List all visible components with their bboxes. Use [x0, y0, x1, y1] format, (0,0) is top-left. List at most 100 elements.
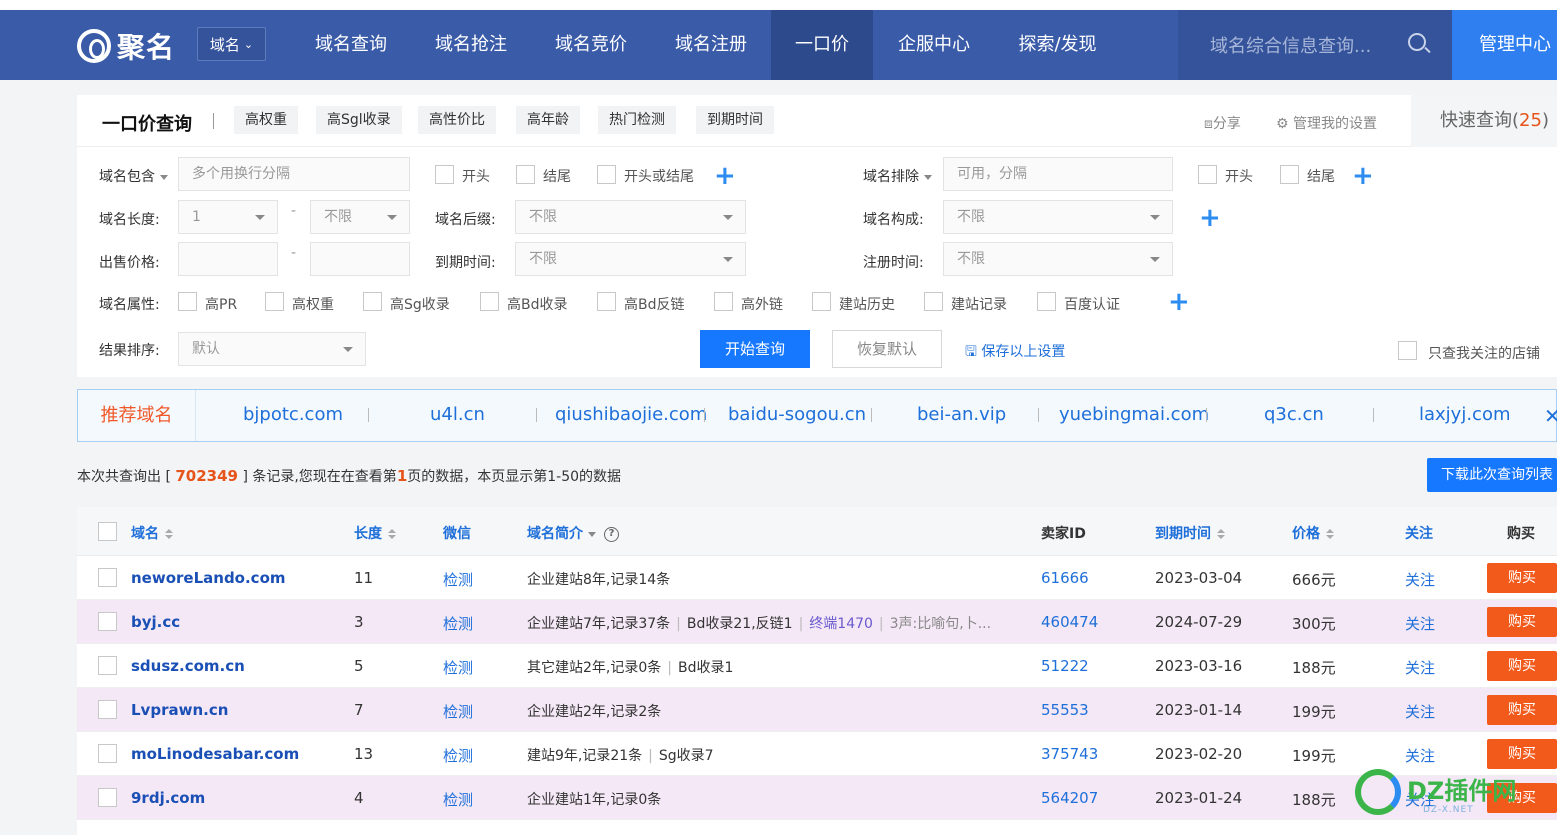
attr-sg-checkbox[interactable] [363, 292, 382, 311]
attr-outlink-checkbox[interactable] [714, 292, 733, 311]
nav-item-domain-auction[interactable]: 域名竞价 [535, 10, 647, 80]
recommend-domain[interactable]: qiushibaojie.com [555, 404, 707, 425]
nav-item-domain-register[interactable]: 域名注册 [655, 10, 767, 80]
seller-id-link[interactable]: 564207 [1041, 789, 1098, 807]
recommend-domain[interactable]: laxjyj.com [1419, 404, 1511, 425]
col-expire[interactable]: 到期时间 [1155, 523, 1225, 543]
domain-link[interactable]: moLinodesabar.com [131, 745, 299, 763]
wechat-check-link[interactable]: 检测 [443, 789, 473, 810]
row-checkbox[interactable] [98, 788, 117, 807]
contains-dropdown[interactable]: 域名包含 [99, 166, 168, 186]
exclude-dropdown[interactable]: 域名排除 [863, 166, 932, 186]
select-all-checkbox[interactable] [98, 522, 117, 541]
domain-link[interactable]: sdusz.com.cn [131, 657, 245, 675]
col-length[interactable]: 长度 [354, 523, 396, 543]
wechat-check-link[interactable]: 检测 [443, 701, 473, 722]
wechat-check-link[interactable]: 检测 [443, 657, 473, 678]
length-min-select[interactable]: 1 [178, 200, 278, 234]
search-icon[interactable] [1408, 33, 1426, 51]
quick-tag-high-weight[interactable]: 高权重 [234, 106, 298, 134]
suffix-select[interactable]: 不限 [515, 200, 746, 234]
quick-tag-high-sgl[interactable]: 高Sgl收录 [316, 106, 402, 134]
start-search-button[interactable]: 开始查询 [700, 330, 810, 368]
col-price[interactable]: 价格 [1292, 523, 1334, 543]
attr-weight-checkbox[interactable] [265, 292, 284, 311]
domain-type-dropdown[interactable]: 域名 ⌄ [197, 27, 266, 61]
domain-link[interactable]: neworeLando.com [131, 569, 286, 587]
wechat-check-link[interactable]: 检测 [443, 613, 473, 634]
buy-button[interactable]: 购买 [1487, 695, 1557, 725]
attr-pr-checkbox[interactable] [178, 292, 197, 311]
quick-query-tab[interactable]: 快速查询(25) [1411, 95, 1557, 147]
add-compose-icon[interactable]: + [1199, 205, 1221, 231]
exclude-input[interactable]: 可用，分隔 [943, 157, 1173, 191]
seller-id-link[interactable]: 61666 [1041, 569, 1089, 587]
add-attr-icon[interactable]: + [1168, 289, 1190, 315]
follow-link[interactable]: 关注 [1405, 569, 1435, 590]
expire-select[interactable]: 不限 [515, 242, 746, 276]
domain-link[interactable]: Lvprawn.cn [131, 701, 228, 719]
follow-link[interactable]: 关注 [1405, 701, 1435, 722]
row-checkbox[interactable] [98, 744, 117, 763]
only-follow-checkbox[interactable] [1398, 341, 1417, 360]
attr-record-checkbox[interactable] [924, 292, 943, 311]
row-checkbox[interactable] [98, 568, 117, 587]
quick-tag-value[interactable]: 高性价比 [418, 106, 496, 134]
seller-id-link[interactable]: 375743 [1041, 745, 1098, 763]
buy-button[interactable]: 购买 [1487, 651, 1557, 681]
contains-start-or-end-checkbox[interactable] [597, 165, 616, 184]
row-checkbox[interactable] [98, 612, 117, 631]
nav-search-box[interactable]: 域名综合信息查询... [1178, 10, 1452, 80]
col-intro[interactable]: 域名简介? [527, 523, 619, 543]
domain-link[interactable]: 9rdj.com [131, 789, 205, 807]
recommend-domain[interactable]: u4l.cn [430, 404, 485, 425]
price-max-input[interactable] [310, 242, 410, 276]
seller-id-link[interactable]: 55553 [1041, 701, 1089, 719]
recommend-domain[interactable]: bei-an.vip [917, 404, 1006, 425]
add-exclude-icon[interactable]: + [1352, 163, 1374, 189]
help-icon[interactable]: ? [604, 526, 619, 542]
contains-input[interactable]: 多个用换行分隔 [178, 157, 410, 191]
reset-button[interactable]: 恢复默认 [832, 330, 942, 368]
exclude-start-checkbox[interactable] [1198, 165, 1217, 184]
attr-baidu-checkbox[interactable] [1037, 292, 1056, 311]
compose-select[interactable]: 不限 [943, 200, 1173, 234]
nav-item-domain-query[interactable]: 域名查询 [295, 10, 407, 80]
reg-select[interactable]: 不限 [943, 242, 1173, 276]
exclude-end-checkbox[interactable] [1280, 165, 1299, 184]
row-checkbox[interactable] [98, 700, 117, 719]
wechat-check-link[interactable]: 检测 [443, 569, 473, 590]
recommend-domain[interactable]: baidu-sogou.cn [728, 404, 866, 425]
nav-item-fixed-price[interactable]: 一口价 [771, 10, 873, 80]
sort-select[interactable]: 默认 [178, 332, 366, 366]
contains-start-checkbox[interactable] [435, 165, 454, 184]
quick-tag-high-age[interactable]: 高年龄 [516, 106, 580, 134]
seller-id-link[interactable]: 460474 [1041, 613, 1098, 631]
follow-link[interactable]: 关注 [1405, 745, 1435, 766]
buy-button[interactable]: 购买 [1487, 563, 1557, 593]
nav-item-explore[interactable]: 探索/发现 [1000, 10, 1115, 80]
attr-history-checkbox[interactable] [812, 292, 831, 311]
manage-center-button[interactable]: 管理中心 [1452, 10, 1557, 80]
my-settings-link[interactable]: ⚙ 管理我的设置 [1276, 113, 1377, 133]
contains-end-checkbox[interactable] [516, 165, 535, 184]
download-list-button[interactable]: 下载此次查询列表 [1427, 458, 1557, 492]
domain-link[interactable]: byj.cc [131, 613, 180, 631]
save-settings-link[interactable]: 🖫 保存以上设置 [965, 341, 1065, 365]
follow-link[interactable]: 关注 [1405, 613, 1435, 634]
logo[interactable]: 聚名 [77, 26, 175, 66]
price-min-input[interactable] [178, 242, 278, 276]
share-link[interactable]: ⧈分享 [1204, 113, 1241, 133]
attr-bd-checkbox[interactable] [480, 292, 499, 311]
follow-link[interactable]: 关注 [1405, 657, 1435, 678]
attr-bd-backlink-checkbox[interactable] [597, 292, 616, 311]
quick-tag-hot-check[interactable]: 热门检测 [598, 106, 676, 134]
wechat-check-link[interactable]: 检测 [443, 745, 473, 766]
col-domain[interactable]: 域名 [131, 523, 173, 543]
nav-item-enterprise[interactable]: 企服中心 [878, 10, 990, 80]
row-checkbox[interactable] [98, 656, 117, 675]
recommend-domain[interactable]: q3c.cn [1264, 404, 1324, 425]
seller-id-link[interactable]: 51222 [1041, 657, 1089, 675]
add-contains-icon[interactable]: + [714, 163, 736, 189]
nav-item-domain-snap[interactable]: 域名抢注 [415, 10, 527, 80]
